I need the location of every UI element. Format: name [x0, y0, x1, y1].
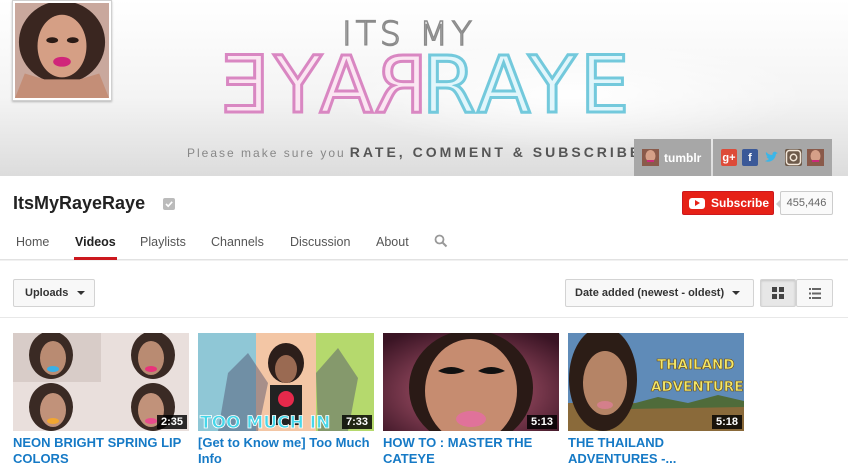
tab-channels[interactable]: Channels — [211, 224, 264, 260]
toolbar-divider — [0, 317, 848, 318]
social-links: g+ f — [713, 139, 832, 176]
youtube-icon — [689, 197, 705, 209]
subscribe-button[interactable]: Subscribe — [682, 191, 774, 215]
banner-logo: RAYE — [420, 41, 634, 131]
banner-logo-mirrored: RAYE — [215, 40, 429, 133]
avatar-link-icon[interactable] — [807, 149, 824, 166]
tab-home[interactable]: Home — [16, 224, 49, 260]
video-thumbnail[interactable]: THAILAND ADVENTURES 5:18 — [568, 333, 744, 431]
uploads-label: Uploads — [25, 287, 69, 299]
subscribe-label: Subscribe — [711, 196, 770, 210]
twitter-icon[interactable] — [763, 149, 780, 166]
video-duration: 5:18 — [711, 415, 742, 429]
video-card[interactable]: THAILAND ADVENTURES 5:18 THE THAILAND AD… — [568, 333, 744, 466]
channel-header: ItsMyRayeRaye Subscribe 455,446 Home Vid… — [0, 176, 848, 260]
tab-discussion[interactable]: Discussion — [290, 224, 350, 260]
channel-search-icon[interactable] — [434, 234, 448, 248]
video-thumbnail[interactable]: TOO MUCH IN 7:33 — [198, 333, 374, 431]
avatar-image — [15, 3, 109, 98]
banner-tagline: Please make sure you RATE, COMMENT & SUBS… — [187, 144, 642, 160]
thumbnail-overlay-line2: ADVENTURES — [651, 379, 744, 395]
channel-page: ITS MY RAYE RAYE Please make sure you RAT… — [0, 0, 848, 469]
channel-name[interactable]: ItsMyRayeRaye — [13, 193, 145, 214]
channel-banner: ITS MY RAYE RAYE Please make sure you RAT… — [0, 0, 848, 176]
sort-label: Date added (newest - oldest) — [575, 287, 725, 299]
tagline-bold: RATE, COMMENT & SUBSCRIBE — [349, 144, 643, 160]
video-duration: 2:35 — [156, 415, 187, 429]
tab-playlists[interactable]: Playlists — [140, 224, 186, 260]
uploads-dropdown[interactable]: Uploads — [13, 279, 95, 307]
video-title[interactable]: NEON BRIGHT SPRING LIP COLORS — [13, 435, 189, 466]
sort-dropdown[interactable]: Date added (newest - oldest) — [565, 279, 754, 307]
video-thumbnail[interactable]: 2:35 — [13, 333, 189, 431]
list-view-button[interactable] — [796, 279, 833, 307]
tumblr-label: tumblr — [664, 150, 702, 165]
facebook-icon[interactable]: f — [742, 149, 758, 166]
video-title[interactable]: [Get to Know me] Too Much Info — [198, 435, 374, 466]
video-duration: 7:33 — [341, 415, 372, 429]
chevron-down-icon — [732, 291, 741, 295]
video-card[interactable]: TOO MUCH IN 7:33 [Get to Know me] Too Mu… — [198, 333, 374, 466]
instagram-icon[interactable] — [785, 149, 802, 166]
google-plus-icon[interactable]: g+ — [721, 149, 737, 166]
video-duration: 5:13 — [526, 415, 557, 429]
verified-icon — [163, 198, 175, 210]
tumblr-link[interactable]: tumblr — [634, 139, 711, 176]
video-card[interactable]: 2:35 NEON BRIGHT SPRING LIP COLORS — [13, 333, 189, 466]
thumbnail-overlay-text: TOO MUCH IN — [200, 413, 330, 431]
grid-icon — [772, 287, 784, 299]
grid-view-button[interactable] — [760, 279, 796, 307]
thumbnail-overlay-line1: THAILAND — [657, 357, 735, 373]
chevron-down-icon — [77, 291, 86, 295]
list-icon — [808, 287, 821, 299]
video-title[interactable]: HOW TO : MASTER THE CATEYE — [383, 435, 559, 466]
subscriber-count: 455,446 — [776, 191, 833, 215]
channel-avatar[interactable] — [12, 0, 112, 101]
video-title[interactable]: THE THAILAND ADVENTURES -... — [568, 435, 744, 466]
tagline-prefix: Please make sure you — [187, 146, 346, 160]
videos-content: Uploads Date added (newest - oldest) 2:3… — [0, 261, 848, 469]
tab-videos[interactable]: Videos — [74, 224, 117, 260]
tab-about[interactable]: About — [376, 224, 409, 260]
tumblr-avatar-icon — [642, 149, 659, 166]
video-card[interactable]: 5:13 HOW TO : MASTER THE CATEYE — [383, 333, 559, 466]
video-thumbnail[interactable]: 5:13 — [383, 333, 559, 431]
